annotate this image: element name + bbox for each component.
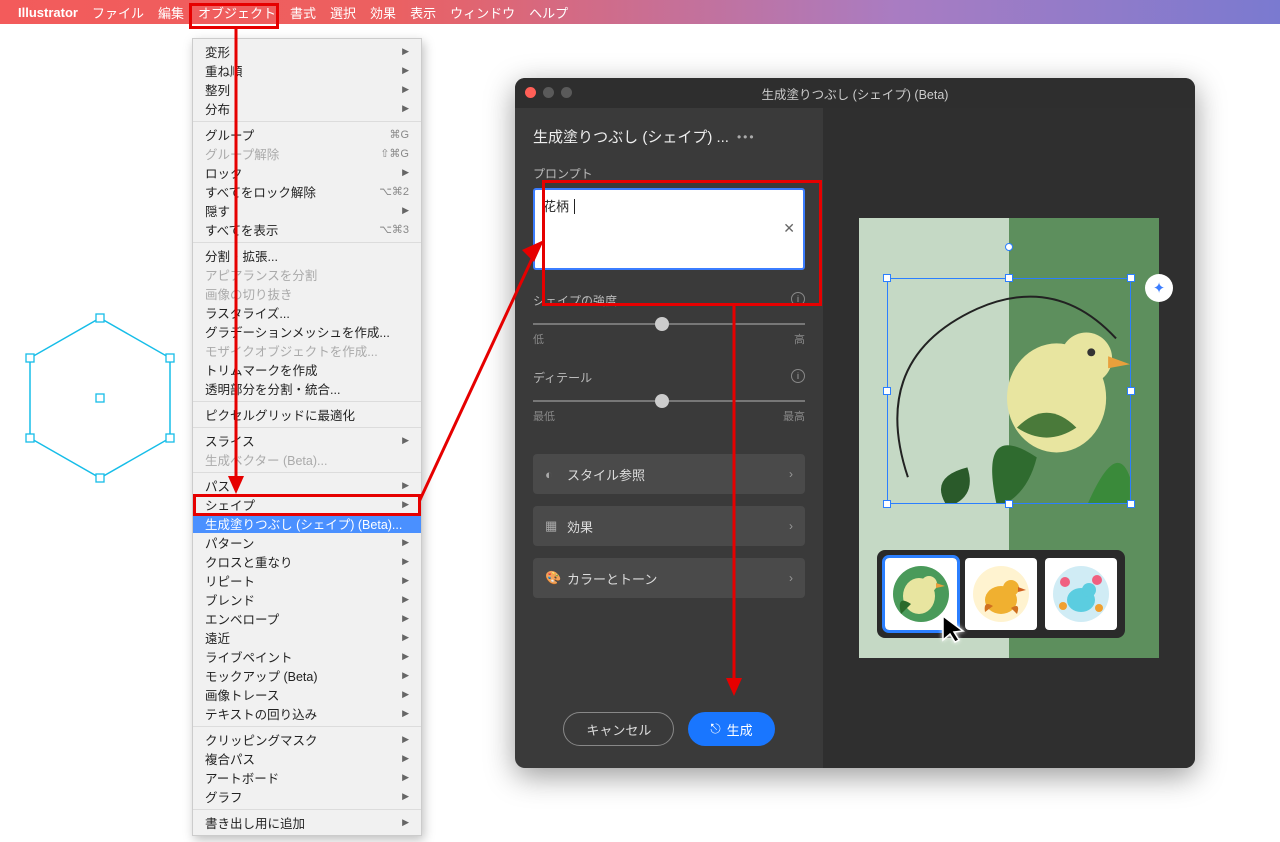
menu-item[interactable]: 生成塗りつぶし (シェイプ) (Beta)...: [193, 514, 421, 533]
shape-strength-slider[interactable]: シェイプの強度i 低高: [533, 292, 805, 347]
menu-view[interactable]: 表示: [410, 3, 436, 22]
detail-slider[interactable]: ディテールi 最低最高: [533, 369, 805, 424]
menu-item[interactable]: ライブペイント: [193, 647, 421, 666]
menu-item[interactable]: スライス: [193, 431, 421, 450]
cursor-icon: [941, 614, 971, 644]
preview-canvas: ✦: [859, 218, 1159, 658]
menubar: Illustrator ファイル 編集 オブジェクト 書式 選択 効果 表示 ウ…: [0, 0, 1280, 24]
menu-item[interactable]: 分布: [193, 99, 421, 118]
chevron-right-icon: ›: [789, 519, 793, 533]
menu-item[interactable]: ブレンド: [193, 590, 421, 609]
menu-item[interactable]: 複合パス: [193, 749, 421, 768]
variant-2[interactable]: [965, 558, 1037, 630]
menu-item[interactable]: 整列: [193, 80, 421, 99]
menu-item[interactable]: アートボード: [193, 768, 421, 787]
menu-item[interactable]: 書き出し用に追加: [193, 813, 421, 832]
menu-file[interactable]: ファイル: [92, 3, 144, 22]
style-icon: ◐: [545, 467, 567, 482]
menu-item[interactable]: エンベロープ: [193, 609, 421, 628]
menu-item: グループ解除⇧⌘G: [193, 144, 421, 163]
object-menu-dropdown: 変形重ね順整列分布グループ⌘Gグループ解除⇧⌘Gロックすべてをロック解除⌥⌘2隠…: [192, 38, 422, 836]
selected-hexagon[interactable]: [20, 310, 180, 490]
menu-item[interactable]: グループ⌘G: [193, 125, 421, 144]
chevron-right-icon: ›: [789, 467, 793, 481]
menu-item[interactable]: 隠す: [193, 201, 421, 220]
prompt-label: プロンプト: [533, 165, 805, 182]
chevron-right-icon: ›: [789, 571, 793, 585]
menu-item[interactable]: 透明部分を分割・統合...: [193, 379, 421, 398]
menu-item[interactable]: 分割・拡張...: [193, 246, 421, 265]
menu-item[interactable]: テキストの回り込み: [193, 704, 421, 723]
minimize-icon: [543, 87, 554, 98]
menu-item[interactable]: モックアップ (Beta): [193, 666, 421, 685]
color-tone-option[interactable]: 🎨 カラーとトーン ›: [533, 558, 805, 598]
menu-edit[interactable]: 編集: [158, 3, 184, 22]
style-reference-option[interactable]: ◐ スタイル参照 ›: [533, 454, 805, 494]
menu-item: モザイクオブジェクトを作成...: [193, 341, 421, 360]
menu-item[interactable]: トリムマークを作成: [193, 360, 421, 379]
menu-object[interactable]: オブジェクト: [198, 3, 276, 22]
preview-selection[interactable]: [887, 278, 1131, 504]
menu-item[interactable]: 遠近: [193, 628, 421, 647]
menu-item[interactable]: ラスタライズ...: [193, 303, 421, 322]
menu-item[interactable]: ロック: [193, 163, 421, 182]
menu-item[interactable]: パス: [193, 476, 421, 495]
menu-type[interactable]: 書式: [290, 3, 316, 22]
window-controls: [525, 87, 572, 98]
info-icon[interactable]: i: [791, 292, 805, 306]
menu-item[interactable]: 画像トレース: [193, 685, 421, 704]
menu-item[interactable]: リピート: [193, 571, 421, 590]
palette-icon: 🎨: [545, 570, 567, 586]
dialog-titlebar: 生成塗りつぶし (シェイプ) (Beta): [515, 78, 1195, 108]
variant-thumbnails: [877, 550, 1125, 638]
menu-item[interactable]: すべてを表示⌥⌘3: [193, 220, 421, 239]
menu-item[interactable]: グラフ: [193, 787, 421, 806]
prompt-input[interactable]: 花柄 ✕: [533, 188, 805, 270]
more-icon[interactable]: •••: [737, 130, 756, 144]
variant-3[interactable]: [1045, 558, 1117, 630]
menu-item: 生成ベクター (Beta)...: [193, 450, 421, 469]
menu-effect[interactable]: 効果: [370, 3, 396, 22]
clear-icon[interactable]: ✕: [783, 220, 795, 237]
menu-item: 画像の切り抜き: [193, 284, 421, 303]
info-icon[interactable]: i: [791, 369, 805, 383]
menu-item[interactable]: 変形: [193, 42, 421, 61]
sparkle-icon[interactable]: ✦: [1145, 274, 1173, 302]
menu-window[interactable]: ウィンドウ: [450, 3, 515, 22]
prompt-value: 花柄: [543, 199, 569, 214]
menu-item[interactable]: シェイプ: [193, 495, 421, 514]
menu-item[interactable]: クロスと重なり: [193, 552, 421, 571]
menu-item[interactable]: グラデーションメッシュを作成...: [193, 322, 421, 341]
cancel-button[interactable]: キャンセル: [563, 712, 674, 746]
generate-icon: ⎋: [710, 721, 720, 737]
dialog-title: 生成塗りつぶし (シェイプ) (Beta): [762, 84, 949, 103]
effects-icon: ▦: [545, 518, 567, 534]
generative-fill-dialog: 生成塗りつぶし (シェイプ) (Beta) 生成塗りつぶし (シェイプ) ...…: [515, 78, 1195, 768]
menu-item[interactable]: クリッピングマスク: [193, 730, 421, 749]
zoom-icon: [561, 87, 572, 98]
menu-item: アピアランスを分割: [193, 265, 421, 284]
close-icon[interactable]: [525, 87, 536, 98]
app-name[interactable]: Illustrator: [18, 5, 78, 20]
menu-item[interactable]: 重ね順: [193, 61, 421, 80]
menu-item[interactable]: ピクセルグリッドに最適化: [193, 405, 421, 424]
menu-help[interactable]: ヘルプ: [529, 3, 568, 22]
menu-item[interactable]: すべてをロック解除⌥⌘2: [193, 182, 421, 201]
generate-button[interactable]: ⎋生成: [688, 712, 774, 746]
effects-option[interactable]: ▦ 効果 ›: [533, 506, 805, 546]
panel-title: 生成塗りつぶし (シェイプ) ... •••: [533, 126, 805, 147]
menu-item[interactable]: パターン: [193, 533, 421, 552]
menu-select[interactable]: 選択: [330, 3, 356, 22]
